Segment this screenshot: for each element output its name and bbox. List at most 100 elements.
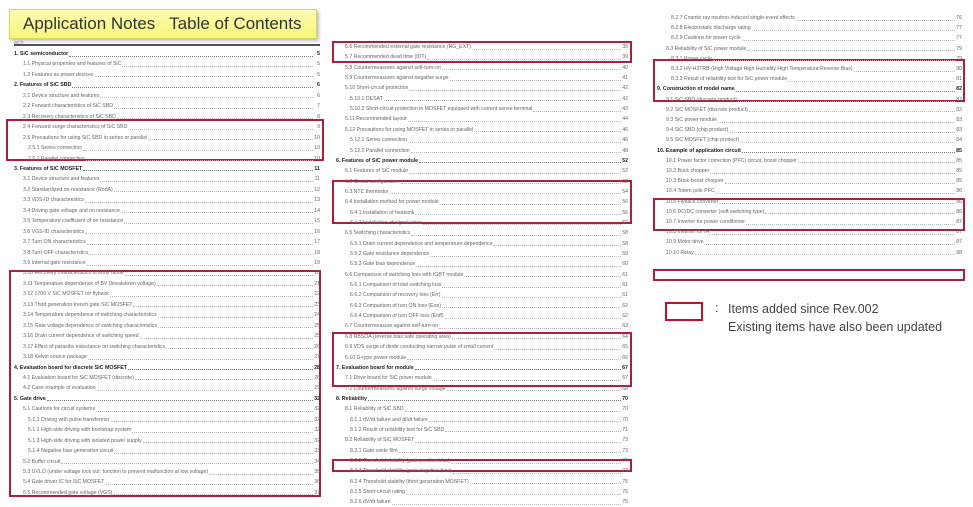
toc-entry[interactable]: 10.7 Inverter for power conditioner 87 <box>666 217 962 227</box>
toc-entry[interactable]: 5.7 Recommended dead time (tDT) 39 <box>345 52 628 62</box>
toc-entry[interactable]: 3.15 Gate voltage dependence of switchin… <box>23 321 320 331</box>
toc-entry[interactable]: 8.2.1 Gate oxide film 73 <box>350 446 628 456</box>
toc-entry[interactable]: 5.2 Buffer circuit 34 <box>23 457 320 467</box>
toc-entry[interactable]: 2.4 Forward surge characteristics of SiC… <box>23 122 320 132</box>
toc-entry[interactable]: 5.5 Recommended gate voltage (VGS) 37 <box>23 488 320 498</box>
toc-entry[interactable]: 6.4.1 Installation of heatsink 56 <box>350 208 628 218</box>
toc-entry[interactable]: 2.1 Device structure and features 6 <box>23 91 320 101</box>
toc-entry[interactable]: 6.5.2 Gate resistance dependence 59 <box>350 249 628 259</box>
toc-entry[interactable]: 6.6.3 Comparison of turn ON loss (Eon) 62 <box>350 301 628 311</box>
toc-entry[interactable]: 6.5.1 Drain current dependence and tempe… <box>350 239 628 249</box>
toc-entry[interactable]: 3.14 Temperature dependence of switching… <box>23 310 320 320</box>
toc-entry[interactable]: 6.6 Comparison of switching loss with IG… <box>345 270 628 280</box>
toc-entry[interactable]: 6.5 Switching characteristics 58 <box>345 228 628 238</box>
toc-entry[interactable]: 5.1.4 Negative bias generation circuit 33 <box>28 446 320 456</box>
toc-entry[interactable]: 1.1 Physical properties and features of … <box>23 59 320 69</box>
toc-entry[interactable]: 8.2.5 Short-circuit rating 75 <box>350 487 628 497</box>
toc-entry[interactable]: 8.3.2 HV-H3TRB (High Voltage High Humidi… <box>671 64 962 74</box>
toc-entry[interactable]: 5.1.2 High-side driving with bootstrap s… <box>28 425 320 435</box>
toc-entry[interactable]: 6.2 Circuit configuration 52 <box>345 177 628 187</box>
toc-entry[interactable]: 8.2.3 Threshold stability (gate negative… <box>350 466 628 476</box>
toc-entry[interactable]: 9. Construction of model name 82 <box>657 84 962 94</box>
toc-entry[interactable]: 3.1 Device structure and features 11 <box>23 174 320 184</box>
toc-entry[interactable]: 9.5 SiC MOSFET (chip product) 84 <box>666 135 962 145</box>
toc-entry[interactable]: 5.1.3 High-side driving with isolated po… <box>28 436 320 446</box>
toc-entry[interactable]: 8.2.2 Threshold stability (gate positive… <box>350 456 628 466</box>
toc-entry[interactable]: 5.12 Precautions for using MOSFET in ser… <box>345 125 628 135</box>
toc-entry[interactable]: 3.11 Temperature dependence of BV (break… <box>23 279 320 289</box>
toc-entry[interactable]: 2.5.1 Series connection 10 <box>28 143 320 153</box>
toc-entry[interactable]: 7.2 Countermeasures against surge voltag… <box>345 384 628 394</box>
toc-entry[interactable]: 5.1.1 Driving with pulse transformer 32 <box>28 415 320 425</box>
toc-entry[interactable]: 5.6 Recommended external gate resistance… <box>345 42 628 52</box>
toc-entry[interactable]: 7.1 Drive board for SiC power module 67 <box>345 373 628 383</box>
toc-entry[interactable]: 5.10 Short-circuit protection 42 <box>345 83 628 93</box>
toc-entry[interactable]: 8.2.4 Threshold stability (third generat… <box>350 477 628 487</box>
toc-entry[interactable]: 5.10.2 Short-circuit protection in MOSFE… <box>350 104 628 114</box>
toc-entry[interactable]: 6.6.1 Comparison of total switching loss… <box>350 280 628 290</box>
toc-entry[interactable]: 3.16 Drain current dependence of switchi… <box>23 331 320 341</box>
toc-entry[interactable]: 5.3 UVLO (under voltage lock out: functi… <box>23 467 320 477</box>
toc-entry[interactable]: 5.1 Cautions for circuit systems 32 <box>23 404 320 414</box>
toc-entry[interactable]: 3.18 Kelvin source package 27 <box>23 352 320 362</box>
toc-entry[interactable]: 10.2 Buck chopper 85 <box>666 166 962 176</box>
toc-entry[interactable]: 6.1 Features of SiC module 52 <box>345 166 628 176</box>
toc-entry[interactable]: 8.3.3 Result of reliability test for SiC… <box>671 74 962 84</box>
toc-entry[interactable]: 6.7 Countermeasure against self-turn-on 6… <box>345 321 628 331</box>
toc-entry[interactable]: 3.13 Third generation trench gate SiC MO… <box>23 300 320 310</box>
toc-entry[interactable]: 8.2.8 Electrostatic discharge rating 77 <box>671 23 962 33</box>
toc-entry[interactable]: 8.3.1 Power cycle 79 <box>671 54 962 64</box>
toc-entry[interactable]: 5.10.1 DESAT 42 <box>350 94 628 104</box>
toc-entry[interactable]: 8.3 Reliability of SiC power module 79 <box>666 44 962 54</box>
toc-entry[interactable]: 7. Evaluation board for module 67 <box>336 363 628 373</box>
toc-entry[interactable]: 10. Example of application circuit 85 <box>657 146 962 156</box>
toc-entry[interactable]: 6.9 VDS surge of diode conducting narrow… <box>345 342 628 352</box>
toc-entry[interactable]: 3.10 Recovery characteristics of body di… <box>23 268 320 278</box>
toc-entry[interactable]: 9.2 SiC MOSFET (discrete product) 82 <box>666 105 962 115</box>
toc-entry[interactable]: 2.2 Forward characteristics of SiC SBD 7 <box>23 101 320 111</box>
toc-entry[interactable]: 8.2.7 Cosmic ray neutron-induced single-… <box>671 13 962 23</box>
toc-entry[interactable]: 5.11 Recommended layout 44 <box>345 114 628 124</box>
toc-entry[interactable]: 10.4 Totem pole PFC 86 <box>666 186 962 196</box>
toc-entry[interactable]: 5.8 Countermeasures against self-turn-on… <box>345 63 628 73</box>
toc-entry[interactable]: 3.4 Driving gate voltage and on resistan… <box>23 206 320 216</box>
toc-entry[interactable]: 8.2.6 dV/dt failure 75 <box>350 497 628 507</box>
toc-entry[interactable]: 8.2 Reliability of SiC MOSFET 73 <box>345 435 628 445</box>
toc-entry[interactable]: 2.3 Recovery characteristics of SiC SBD 8 <box>23 112 320 122</box>
toc-entry[interactable]: 6.5.3 Gate bias dependence 60 <box>350 259 628 269</box>
toc-entry[interactable]: 2.5 Precautions for using SiC SBD in ser… <box>23 133 320 143</box>
toc-entry[interactable]: 10.8 Inverter for IH 87 <box>666 227 962 237</box>
toc-entry[interactable]: 3.9 Internal gate resistance 19 <box>23 258 320 268</box>
toc-entry[interactable]: 6.4 Installation method for power module… <box>345 197 628 207</box>
toc-entry[interactable]: 5.12.1 Series connection 46 <box>350 135 628 145</box>
toc-entry[interactable]: 6.6.2 Comparison of recovery loss (Err) 6… <box>350 290 628 300</box>
toc-entry[interactable]: 8.1.1 dV/dt failure and dI/dt failure 70 <box>350 415 628 425</box>
toc-entry[interactable]: 4. Evaluation board for discrete SiC MOS… <box>14 363 320 373</box>
toc-entry[interactable]: 10.3 Buck-boost chopper 85 <box>666 176 962 186</box>
toc-entry[interactable]: 6.4.2 Installation of signal wires 57 <box>350 218 628 228</box>
toc-entry[interactable]: 1. SiC semiconductor 5 <box>14 49 320 59</box>
toc-entry[interactable]: 6.6.4 Comparison of turn OFF loss (Eoff)… <box>350 311 628 321</box>
toc-entry[interactable]: 10.10 Relay 88 <box>666 248 962 258</box>
toc-entry[interactable]: 10.1 Power factor correction (PFC) circu… <box>666 156 962 166</box>
toc-entry[interactable]: 6.3 NTC thermistor 54 <box>345 187 628 197</box>
toc-entry[interactable]: 5.12.2 Parallel connection 48 <box>350 146 628 156</box>
toc-entry[interactable]: 3.3 VDS-ID characteristics 13 <box>23 195 320 205</box>
toc-entry[interactable]: 8.2.9 Cautions for power cycle 77 <box>671 33 962 43</box>
toc-entry[interactable]: 2. Features of SiC SBD 6 <box>14 80 320 90</box>
toc-entry[interactable]: 8.1.2 Result of reliability test for SiC… <box>350 425 628 435</box>
toc-entry[interactable]: 9.4 SiC SBD (chip product) 83 <box>666 125 962 135</box>
toc-entry[interactable]: 5.4 Gate driver IC for SiC MOSFET 36 <box>23 477 320 487</box>
toc-entry[interactable]: 3.6 VGS-ID characteristics 16 <box>23 227 320 237</box>
toc-entry[interactable]: 5.9 Countermeasures against negative sur… <box>345 73 628 83</box>
toc-entry[interactable]: 8.1 Reliability of SiC SBD 70 <box>345 404 628 414</box>
toc-entry[interactable]: 3.2 Standardized on-resistance (RonA) 12 <box>23 185 320 195</box>
toc-entry[interactable]: 3.5 Temperature coefficient of on resist… <box>23 216 320 226</box>
toc-entry[interactable]: 10.9 Motor drive 87 <box>666 237 962 247</box>
toc-entry[interactable]: 3.7 Turn ON characteristics 17 <box>23 237 320 247</box>
toc-entry[interactable]: 9.1 SiC SBD (discrete product) 82 <box>666 95 962 105</box>
toc-entry[interactable]: 3.17 Effect of parasitic inductance on s… <box>23 342 320 352</box>
toc-entry[interactable]: 3. Features of SiC MOSFET 11 <box>14 164 320 174</box>
toc-entry[interactable]: 2.5.2 Parallel connection 10 <box>28 154 320 164</box>
toc-entry[interactable]: 10.5 Flyback converter 86 <box>666 197 962 207</box>
